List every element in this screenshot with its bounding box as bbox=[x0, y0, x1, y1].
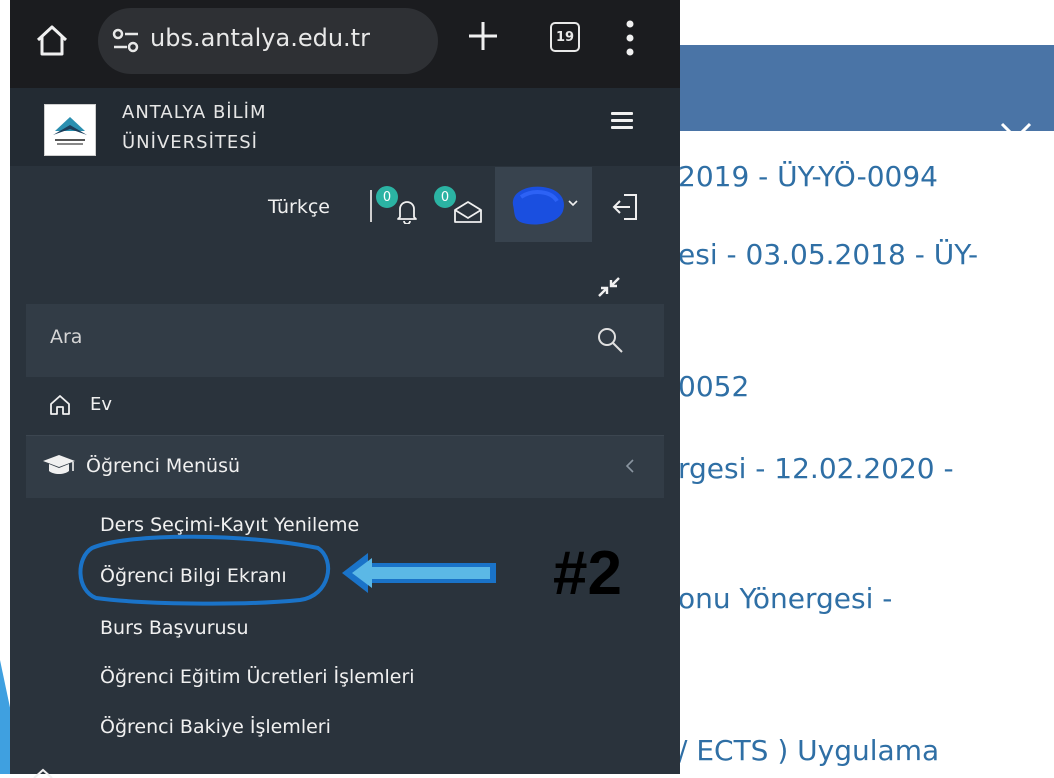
chevron-left-icon bbox=[625, 459, 634, 473]
search-icon[interactable] bbox=[596, 326, 624, 354]
submenu-item-tuition-fees[interactable]: Öğrenci Eğitim Ücretleri İşlemleri bbox=[100, 666, 415, 688]
collapse-icon[interactable] bbox=[597, 276, 621, 298]
annotation-label: #2 bbox=[553, 539, 622, 608]
menu-item-label: Öğrenci Menüsü bbox=[86, 455, 241, 477]
partial-menu-icon bbox=[33, 768, 53, 778]
background-text-line[interactable]: rgesi - 12.02.2020 - bbox=[678, 452, 954, 485]
left-edge bbox=[0, 0, 10, 774]
app-header: ANTALYA BİLİM ÜNİVERSİTESİ bbox=[10, 88, 680, 166]
menu-item-home[interactable]: Ev bbox=[26, 377, 664, 436]
brand-name-line2: ÜNİVERSİTESİ bbox=[122, 132, 258, 153]
submenu-item-balance[interactable]: Öğrenci Bakiye İşlemleri bbox=[100, 716, 331, 738]
new-tab-icon[interactable] bbox=[465, 18, 501, 54]
user-profile-button[interactable] bbox=[495, 167, 592, 242]
bell-icon[interactable] bbox=[395, 198, 419, 224]
menu-search-bar[interactable]: Ara bbox=[26, 304, 664, 377]
background-text-line[interactable]: esi - 03.05.2018 - ÜY- bbox=[678, 238, 978, 271]
submenu-item-student-info[interactable]: Öğrenci Bilgi Ekranı bbox=[100, 565, 287, 587]
app-panel: ANTALYA BİLİM ÜNİVERSİTESİ Türkçe 0 0 Ar… bbox=[10, 88, 680, 778]
background-page-header bbox=[664, 45, 1054, 141]
submenu-item-course-registration[interactable]: Ders Seçimi-Kayıt Yenileme bbox=[100, 514, 359, 536]
url-text: ubs.antalya.edu.tr bbox=[150, 24, 370, 52]
brand-name-line1: ANTALYA BİLİM bbox=[122, 102, 267, 123]
submenu-item-scholarship[interactable]: Burs Başvurusu bbox=[100, 617, 248, 639]
envelope-icon[interactable] bbox=[453, 200, 483, 224]
hamburger-menu-icon[interactable] bbox=[611, 112, 633, 130]
home-icon bbox=[50, 395, 70, 415]
browser-toolbar: ubs.antalya.edu.tr 19 bbox=[10, 0, 680, 88]
more-options-icon[interactable] bbox=[622, 18, 638, 58]
menu-item-student-menu[interactable]: Öğrenci Menüsü bbox=[26, 436, 664, 498]
home-icon[interactable] bbox=[32, 20, 72, 60]
chevron-down-icon[interactable] bbox=[998, 113, 1034, 149]
search-input[interactable]: Ara bbox=[50, 326, 82, 348]
background-text-line[interactable]: onu Yönergesi - bbox=[678, 582, 892, 615]
menu-item-label: Ev bbox=[90, 394, 113, 415]
language-selector[interactable]: Türkçe bbox=[268, 196, 330, 218]
graduation-cap-icon bbox=[43, 455, 75, 474]
address-bar[interactable]: ubs.antalya.edu.tr bbox=[98, 8, 438, 74]
logo-mark-icon bbox=[53, 117, 87, 145]
background-text-line[interactable]: / ECTS ) Uygulama bbox=[678, 734, 939, 767]
redacted-avatar bbox=[512, 186, 565, 225]
logout-icon[interactable] bbox=[612, 192, 640, 222]
university-logo[interactable] bbox=[44, 104, 96, 156]
background-text-line[interactable]: 2019 - ÜY-YÖ-0094 bbox=[678, 160, 938, 193]
background-text-line[interactable]: 0052 bbox=[678, 370, 749, 403]
divider bbox=[370, 190, 372, 222]
tab-switcher-button[interactable]: 19 bbox=[550, 22, 580, 52]
chevron-down-icon bbox=[568, 200, 578, 207]
site-settings-icon[interactable] bbox=[112, 28, 140, 54]
menu-item-partial[interactable] bbox=[26, 756, 664, 774]
